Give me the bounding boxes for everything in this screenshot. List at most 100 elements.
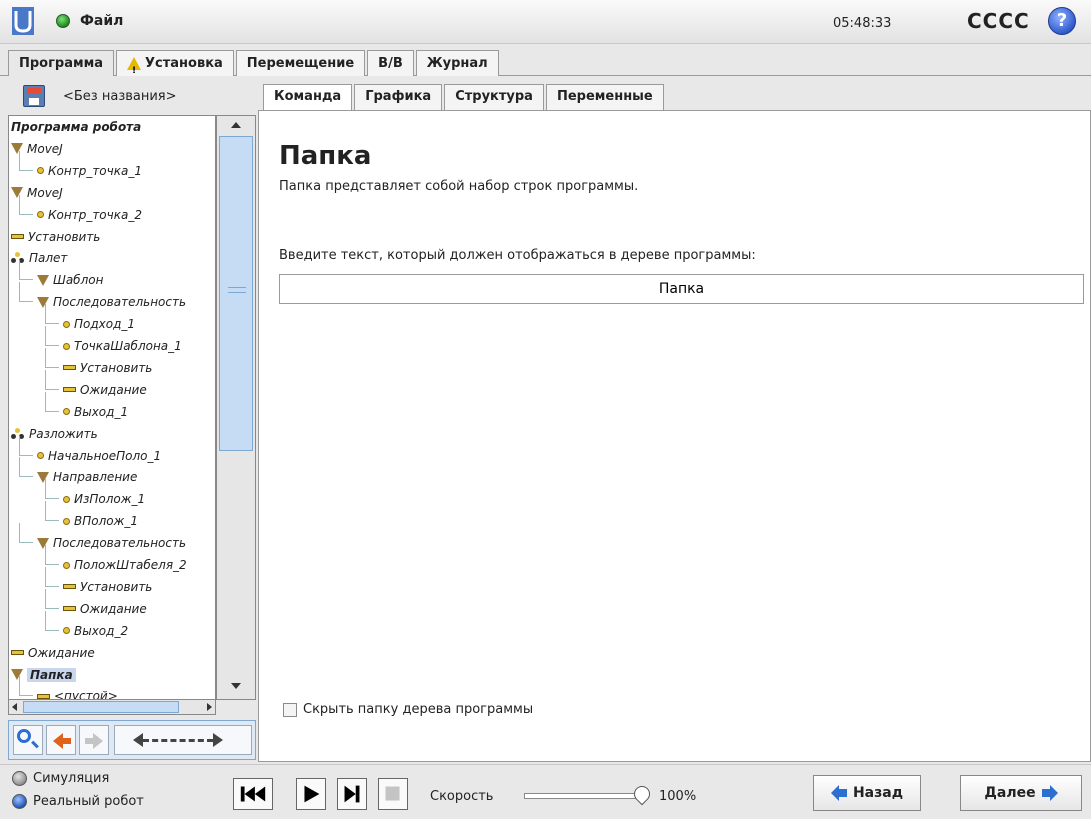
undo-icon [53,733,71,749]
tree-node-label: Ожидание [80,601,147,616]
tree-connector [19,676,33,697]
program-tree[interactable]: Программа робота MoveJ Контр_точка_1 MoveJ К… [8,115,216,700]
mode-real-robot[interactable]: Реальный робот [12,794,144,809]
tree-node-label: Программа робота [11,120,142,134]
robot-status-icon[interactable] [56,14,70,28]
step-button[interactable] [337,778,367,810]
hide-folder-checkbox[interactable] [283,702,297,717]
waypoint-icon [37,167,44,175]
tree-node[interactable]: НачальноеПоло_1 [37,446,161,466]
rewind-button[interactable] [233,778,273,810]
help-icon[interactable]: ? [1048,7,1076,35]
tree-node[interactable]: Последовательность [37,533,186,553]
folder-name-input[interactable] [279,274,1084,304]
tree-node-label: ТочкаШаблона_1 [74,339,182,353]
tab-log[interactable]: Журнал [415,50,499,76]
search-icon [17,729,31,743]
tab-move-label: Перемещение [246,55,355,71]
move-arrows-icon [133,733,223,747]
tab-command[interactable]: Команда [263,84,353,110]
file-menu[interactable]: Файл [80,13,123,29]
move-node-button[interactable] [114,725,252,755]
scroll-up-icon[interactable] [231,122,241,128]
step-icon [344,785,360,803]
command-panel: Папка Папка представляет собой набор стр… [258,110,1091,762]
radio-real-robot[interactable] [12,794,27,809]
tab-structure[interactable]: Структура [444,84,544,110]
command-icon [11,650,24,656]
tree-node[interactable]: Контр_точка_1 [37,161,142,181]
tree-node[interactable]: Выход_2 [63,621,128,641]
tree-node[interactable]: ИзПолож_1 [63,489,145,509]
tree-node[interactable]: Контр_точка_2 [37,205,142,225]
tree-node[interactable]: Шаблон [37,270,103,290]
tree-node[interactable]: Подход_1 [63,314,135,334]
tree-node-label: Шаблон [53,273,104,288]
next-button-label: Далее [984,785,1036,801]
play-button[interactable] [296,778,326,810]
tree-node-label: Разложить [29,426,98,441]
speed-slider-fill [525,794,639,798]
tab-io-label: В/В [378,55,403,71]
tree-horizontal-scrollbar[interactable] [8,699,216,715]
tree-node[interactable]: Установить [63,358,152,378]
hide-folder-option[interactable]: Скрыть папку дерева программы [283,702,533,717]
tree-node[interactable]: ПоложШтабеля_2 [63,555,187,575]
radio-simulation[interactable] [12,771,27,786]
program-header: <Без названия> [8,82,256,112]
program-name: <Без названия> [63,89,177,104]
speed-label: Скорость [430,789,494,804]
redo-button[interactable] [79,725,109,755]
tab-move[interactable]: Перемещение [235,50,366,76]
scroll-down-icon[interactable] [231,683,241,689]
tree-node-label: Подход_1 [74,317,136,332]
tree-node[interactable]: Ожидание [63,380,147,400]
save-icon[interactable] [23,85,45,107]
waypoint-icon [63,627,70,635]
undo-button[interactable] [46,725,76,755]
speed-slider[interactable] [524,793,640,799]
tree-node-label: НачальноеПоло_1 [48,448,162,463]
tree-node[interactable]: ТочкаШаблона_1 [63,336,182,356]
tree-node-label: Выход_2 [74,623,129,638]
tree-node-label: Выход_1 [74,404,129,419]
mode-simulation[interactable]: Симуляция [12,771,109,786]
waypoint-icon [37,211,44,219]
tree-node[interactable]: <пустой> [37,686,118,699]
waypoint-icon [37,452,44,459]
scroll-thumb[interactable] [219,136,253,451]
waypoint-icon [63,495,70,503]
tree-vertical-scrollbar[interactable] [216,115,256,700]
tree-node[interactable]: ВПолож_1 [63,511,138,531]
top-bar: Файл 05:48:33 CCCC ? [0,0,1091,44]
tab-program[interactable]: Программа [8,50,115,76]
back-button[interactable]: Назад [813,775,921,811]
tab-graphics[interactable]: Графика [354,84,443,110]
tab-io[interactable]: В/В [367,50,414,76]
tree-node[interactable]: Выход_1 [63,402,128,422]
next-button[interactable]: Далее [960,775,1082,811]
scroll-right-icon[interactable] [207,703,212,711]
robot-name: CCCC [967,9,1030,33]
tab-program-label: Программа [19,55,104,71]
tree-node[interactable]: Установить [63,577,152,597]
speed-slider-thumb[interactable] [630,782,654,806]
tree-connector [19,523,33,544]
tree-node[interactable]: Программа робота [11,117,141,137]
tab-variables[interactable]: Переменные [545,84,664,110]
hscroll-thumb[interactable] [23,701,179,713]
tree-connector [45,479,59,500]
tree-node[interactable]: Ожидание [63,599,147,619]
arrow-left-icon [830,785,847,801]
tree-node[interactable]: Последовательность [37,292,186,312]
tab-installation[interactable]: Установка [116,50,234,83]
tree-connector [45,588,59,609]
stop-button[interactable] [378,778,408,810]
page-title: Папка [279,141,372,171]
tree-connector [45,369,59,390]
search-button[interactable] [13,725,43,755]
tree-connector [19,282,33,303]
scroll-left-icon[interactable] [12,703,17,711]
tree-node[interactable]: Ожидание [11,643,95,663]
tree-node[interactable]: Установить [11,227,100,247]
